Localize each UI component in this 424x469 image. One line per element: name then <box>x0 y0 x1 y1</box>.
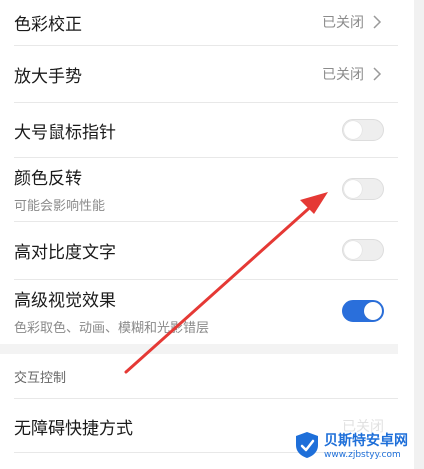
high-contrast-text-toggle[interactable] <box>342 239 384 261</box>
interaction-control-header: 交互控制 <box>14 371 67 386</box>
row-texts: 高级视觉效果 色彩取色、动画、模糊和光影错层 <box>14 286 342 336</box>
magnification-gesture-status: 已关闭 <box>322 64 384 84</box>
advanced-visual-effects-title: 高级视觉效果 <box>14 291 116 311</box>
chevron-right-icon <box>373 15 382 29</box>
large-pointer-title: 大号鼠标指针 <box>14 122 116 143</box>
row-texts: 大号鼠标指针 <box>14 118 342 143</box>
large-pointer-row: 大号鼠标指针 <box>0 103 398 157</box>
accessibility-shortcut-title: 无障碍快捷方式 <box>14 418 133 439</box>
row-texts: 色彩校正 <box>14 10 322 35</box>
watermark: 贝斯特安卓网 www.zjbstyy.com <box>294 430 408 460</box>
advanced-visual-effects-subtitle: 色彩取色、动画、模糊和光影错层 <box>14 321 210 336</box>
watermark-url: www.zjbstyy.com <box>324 450 401 460</box>
color-inversion-row: 颜色反转 可能会影响性能 <box>0 158 398 220</box>
toggle-knob <box>364 302 382 320</box>
magnification-gesture-title: 放大手势 <box>14 66 82 87</box>
advanced-visual-effects-toggle[interactable] <box>342 300 384 322</box>
high-contrast-text-row: 高对比度文字 <box>0 222 398 278</box>
row-texts: 放大手势 <box>14 62 322 87</box>
color-inversion-subtitle: 可能会影响性能 <box>14 199 106 214</box>
color-correction-title: 色彩校正 <box>14 14 82 35</box>
row-texts: 无障碍快捷方式 <box>14 414 342 439</box>
divider <box>14 398 398 399</box>
color-correction-status: 已关闭 <box>322 12 384 32</box>
chevron-right-icon <box>373 67 382 81</box>
section-separator <box>0 344 398 354</box>
color-correction-row[interactable]: 色彩校正 已关闭 <box>0 0 398 44</box>
large-pointer-toggle[interactable] <box>342 119 384 141</box>
row-texts: 颜色反转 可能会影响性能 <box>14 164 342 214</box>
toggle-knob <box>344 241 362 259</box>
watermark-text: 贝斯特安卓网 www.zjbstyy.com <box>324 430 408 460</box>
advanced-visual-effects-row: 高级视觉效果 色彩取色、动画、模糊和光影错层 <box>0 280 398 342</box>
magnification-gesture-row[interactable]: 放大手势 已关闭 <box>0 46 398 102</box>
toggle-knob <box>344 180 362 198</box>
watermark-title: 贝斯特安卓网 <box>324 433 408 449</box>
high-contrast-text-title: 高对比度文字 <box>14 242 116 263</box>
color-inversion-toggle[interactable] <box>342 178 384 200</box>
shield-logo-icon <box>296 432 318 458</box>
color-inversion-title: 颜色反转 <box>14 169 82 189</box>
magnification-gesture-value: 已关闭 <box>322 67 364 83</box>
color-correction-value: 已关闭 <box>322 15 364 31</box>
row-texts: 高对比度文字 <box>14 238 342 263</box>
toggle-knob <box>344 121 362 139</box>
side-gap <box>414 0 424 469</box>
